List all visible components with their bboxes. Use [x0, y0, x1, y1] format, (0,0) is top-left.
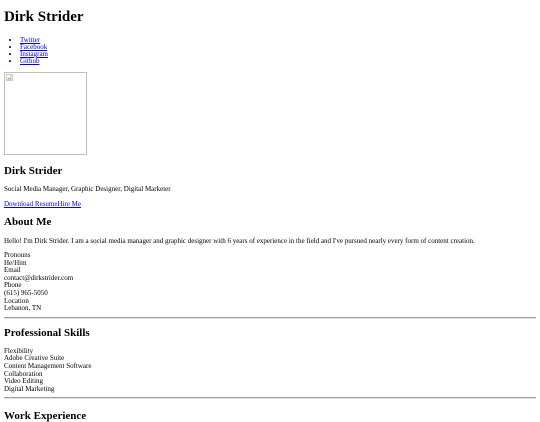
broken-image-icon: [6, 74, 13, 81]
profile-photo: [4, 72, 87, 155]
profile-name: Dirk Strider: [4, 165, 63, 177]
skill-item: Content Management Software: [4, 361, 92, 370]
email-label: Email: [4, 266, 21, 275]
pronouns-value: He/Him: [4, 258, 27, 267]
page-title: Dirk Strider: [4, 9, 84, 25]
phone-label: Phone: [4, 281, 22, 290]
skill-item: Video Editing: [4, 377, 44, 386]
contact-info: Pronouns He/Him Email contact@dirkstride…: [4, 251, 536, 313]
section-divider: [4, 316, 536, 319]
social-item-github: Github: [20, 58, 536, 65]
location-value: Lebanon, TN: [4, 304, 42, 313]
location-label: Location: [4, 296, 29, 305]
download-resume-link[interactable]: Download Resume: [4, 200, 57, 208]
about-heading: About Me: [4, 216, 52, 228]
social-item-facebook: Facebook: [20, 44, 536, 51]
github-link[interactable]: Github: [20, 57, 39, 65]
skill-item: Collaboration: [4, 369, 43, 378]
cta-links: Download ResumeHire Me: [4, 200, 536, 208]
skill-item: Digital Marketing: [4, 384, 55, 393]
profile-tagline: Social Media Manager, Graphic Designer, …: [4, 185, 171, 193]
pronouns-label: Pronouns: [4, 251, 31, 259]
page-content: Dirk Strider Twitter Facebook Instagram …: [4, 0, 536, 422]
phone-value: (615) 965-5050: [4, 288, 48, 297]
section-divider: [4, 397, 536, 400]
skills-list: Flexibility Adobe Creative Suite Content…: [4, 346, 536, 394]
hire-me-link[interactable]: Hire Me: [57, 200, 81, 208]
work-heading: Work Experience: [4, 410, 87, 422]
social-links-list: Twitter Facebook Instagram Github: [4, 37, 536, 65]
about-text: Hello! I'm Dirk Strider. I am a social m…: [4, 237, 475, 245]
social-item-instagram: Instagram: [20, 51, 536, 58]
social-item-twitter: Twitter: [20, 37, 536, 44]
email-value: contact@dirkstrider.com: [4, 273, 74, 282]
skills-heading: Professional Skills: [4, 326, 90, 339]
skill-item: Flexibility: [4, 346, 34, 355]
